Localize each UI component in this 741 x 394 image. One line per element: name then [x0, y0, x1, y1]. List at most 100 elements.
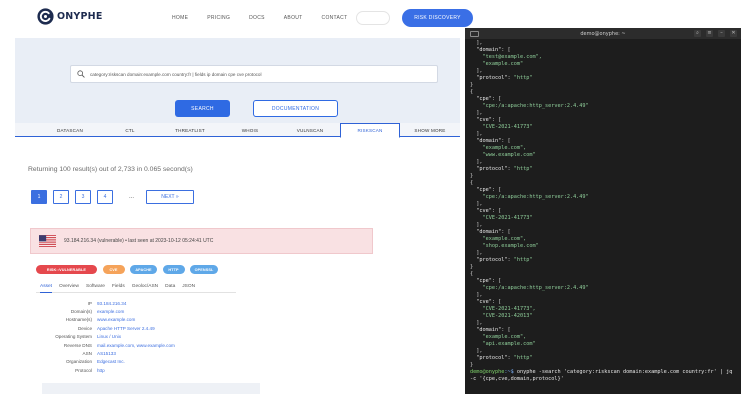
tab-threatlist[interactable]: THREATLIST: [160, 123, 220, 137]
field-value-link[interactable]: 93.184.216.34: [97, 301, 126, 306]
terminal-line: "protocol": "http": [476, 257, 533, 263]
page-button-4[interactable]: 4: [97, 190, 113, 204]
terminal-menu-icon[interactable]: ≡: [706, 30, 713, 37]
result-tab-software[interactable]: Software: [86, 282, 105, 293]
search-input[interactable]: category:riskscan domain:example.com cou…: [70, 65, 438, 83]
results-summary: Returning 100 result(s) out of 2,733 in …: [28, 166, 193, 173]
terminal-line: "protocol": "http": [476, 75, 533, 81]
terminal-search-icon[interactable]: ⌕: [694, 30, 701, 37]
terminal-line: "domain": [: [476, 138, 511, 144]
terminal-line: ],: [470, 320, 483, 326]
field-row: Hostname(s) www.example.com: [30, 316, 175, 324]
category-tabs-bar: DATASCAN CTL THREATLIST WHOIS VULNSCAN RISKSC…: [15, 123, 460, 138]
result-tab-json[interactable]: JSON: [182, 282, 195, 293]
terminal-line: ],: [470, 348, 483, 354]
onyphe-logo-icon: [37, 8, 54, 25]
tag-http[interactable]: HTTP: [162, 265, 185, 274]
risk-discovery-button[interactable]: RISK DISCOVERY: [402, 9, 473, 27]
terminal-line: ],: [470, 40, 483, 46]
field-row: Reverse DNS mail.example.com, www.example…: [30, 341, 175, 349]
terminal-line: ],: [470, 131, 483, 137]
documentation-button[interactable]: DOCUMENTATION: [253, 100, 338, 117]
tab-show-more[interactable]: SHOW MORE: [400, 123, 460, 137]
logo-text: ONYPHE: [57, 11, 103, 22]
terminal-line: "CVE-2021-41773",: [470, 306, 536, 312]
terminal-line: "cve": [: [476, 117, 502, 123]
field-value-link[interactable]: AS15133: [97, 351, 116, 356]
terminal-line: "example.com",: [470, 145, 527, 151]
field-label: Reverse DNS: [63, 342, 92, 348]
terminal-titlebar[interactable]: demo@onyphe: ~ ⌕ ≡ – ✕: [465, 28, 741, 39]
field-row: ASN AS15133: [30, 349, 175, 357]
field-value-link[interactable]: http: [97, 368, 105, 373]
prompt-symbol: :~$: [504, 369, 517, 375]
nav-item-contact[interactable]: CONTACT: [322, 15, 348, 21]
terminal-output[interactable]: ], "domain": [ "test@example.com", "exam…: [465, 39, 741, 383]
logo[interactable]: ONYPHE: [37, 8, 103, 25]
field-label: ASN: [82, 351, 92, 357]
terminal-prompt[interactable]: demo@onyphe:~$ onyphe -search 'category:…: [470, 369, 737, 383]
result-title[interactable]: 93.184.216.34 (vulnerable) • last seen a…: [64, 238, 213, 244]
terminal-line: }: [470, 173, 474, 179]
field-value-link[interactable]: www.example.com: [97, 317, 135, 322]
result-card-header[interactable]: 93.184.216.34 (vulnerable) • last seen a…: [30, 228, 373, 254]
search-button[interactable]: SEARCH: [175, 100, 230, 117]
page-button-2[interactable]: 2: [53, 190, 69, 204]
terminal-line: "CVE-2021-41773": [470, 215, 533, 221]
tag-openssl[interactable]: OPENSSL: [190, 265, 218, 274]
terminal-line: }: [470, 264, 474, 270]
tab-whois[interactable]: WHOIS: [220, 123, 280, 137]
terminal-line: "shop.example.com": [470, 243, 539, 249]
terminal-line: }: [470, 362, 474, 368]
result-tab-fields[interactable]: Fields: [112, 282, 125, 293]
terminal-window[interactable]: demo@onyphe: ~ ⌕ ≡ – ✕ ], "domain": [ "t…: [465, 28, 741, 394]
field-value-link[interactable]: Edgecast Inc.: [97, 359, 125, 364]
terminal-line: "cpe": [: [476, 187, 502, 193]
screen: ONYPHE HOME PRICING DOCS ABOUT CONTACT RISK …: [0, 0, 741, 394]
terminal-line: "domain": [: [476, 229, 511, 235]
next-page-button[interactable]: NEXT »: [146, 190, 194, 204]
nav-item-docs[interactable]: DOCS: [249, 15, 265, 21]
terminal-line: {: [470, 89, 474, 95]
field-label: Device: [77, 325, 92, 331]
terminal-line: "CVE-2021-42013": [470, 313, 533, 319]
terminal-line: "protocol": "http": [476, 355, 533, 361]
next-result-card: [42, 383, 260, 394]
field-row: Device Apache HTTP Server 2.4.49: [30, 324, 175, 332]
minimize-icon[interactable]: –: [718, 30, 725, 37]
terminal-line: "example.com": [470, 61, 524, 67]
result-tab-overview[interactable]: Overview: [59, 282, 79, 293]
nav-item-pricing[interactable]: PRICING: [207, 15, 230, 21]
tag-apache[interactable]: APACHE: [130, 265, 157, 274]
nav-item-about[interactable]: ABOUT: [284, 15, 303, 21]
terminal-line: "example.com",: [470, 236, 527, 242]
terminal-line: "CVE-2021-41773": [470, 124, 533, 130]
result-tab-geoloc-asn[interactable]: Geoloc/ASN: [132, 282, 158, 293]
terminal-line: "api.example.com": [470, 341, 536, 347]
close-icon[interactable]: ✕: [730, 30, 737, 37]
nav-item-home[interactable]: HOME: [172, 15, 188, 21]
result-tags: RISK::VULNERABLE CVE APACHE HTTP OPENSSL: [36, 265, 218, 274]
tag-risk-vulnerable[interactable]: RISK::VULNERABLE: [36, 265, 97, 274]
field-label: Domain(s): [70, 309, 92, 315]
main-nav: HOME PRICING DOCS ABOUT CONTACT: [172, 15, 347, 21]
field-value-link[interactable]: example.com: [97, 309, 124, 314]
page-button-1[interactable]: 1: [31, 190, 47, 204]
page-button-3[interactable]: 3: [75, 190, 91, 204]
header-search-box[interactable]: [356, 11, 390, 25]
pagination: 1 2 3 4... NEXT »: [31, 190, 194, 204]
field-value-link[interactable]: mail.example.com, www.example.com: [97, 343, 175, 348]
result-tab-asset[interactable]: Asset: [40, 282, 52, 293]
prompt-user: demo@onyphe: [470, 369, 505, 375]
field-value-link[interactable]: Linux / Unix: [97, 334, 121, 339]
tab-riskscan[interactable]: RISKSCAN: [340, 123, 400, 138]
tab-ctl[interactable]: CTL: [100, 123, 160, 137]
result-tab-data[interactable]: Data: [165, 282, 175, 293]
tab-datascan[interactable]: DATASCAN: [40, 123, 100, 137]
field-value-link[interactable]: Apache HTTP Server 2.4.49: [97, 326, 155, 331]
field-row: Protocol http: [30, 366, 175, 374]
terminal-line: {: [470, 271, 474, 277]
tab-vulnscan[interactable]: VULNSCAN: [280, 123, 340, 137]
tag-cve[interactable]: CVE: [102, 265, 125, 274]
terminal-line: "example.com",: [470, 334, 527, 340]
